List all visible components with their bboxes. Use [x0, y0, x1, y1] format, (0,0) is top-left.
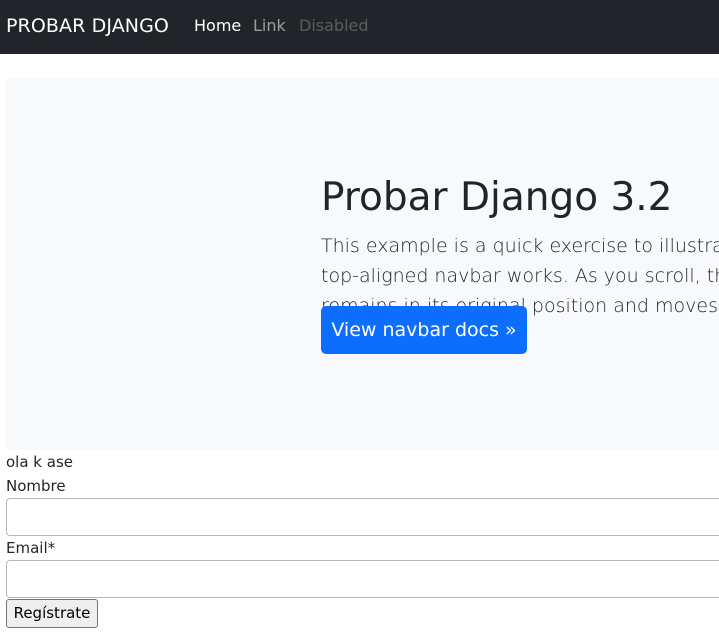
hero-title: Probar Django 3.2: [321, 175, 673, 220]
email-field[interactable]: [6, 560, 719, 598]
view-navbar-docs-button[interactable]: View navbar docs »: [321, 306, 527, 354]
email-label: Email*: [6, 539, 56, 557]
hero-jumbotron: Probar Django 3.2 This example is a quic…: [6, 78, 719, 450]
nombre-field[interactable]: [6, 498, 719, 536]
register-submit-button[interactable]: Regístrate: [6, 599, 98, 628]
nav-item-link[interactable]: Link: [253, 16, 286, 36]
greeting-text: ola k ase: [6, 453, 73, 471]
nombre-label: Nombre: [6, 477, 66, 495]
nav-item-home[interactable]: Home: [194, 16, 241, 36]
top-navbar: PROBAR DJANGO Home Link Disabled: [0, 0, 719, 54]
nav-item-disabled: Disabled: [299, 16, 369, 35]
navbar-brand[interactable]: PROBAR DJANGO: [6, 14, 169, 38]
